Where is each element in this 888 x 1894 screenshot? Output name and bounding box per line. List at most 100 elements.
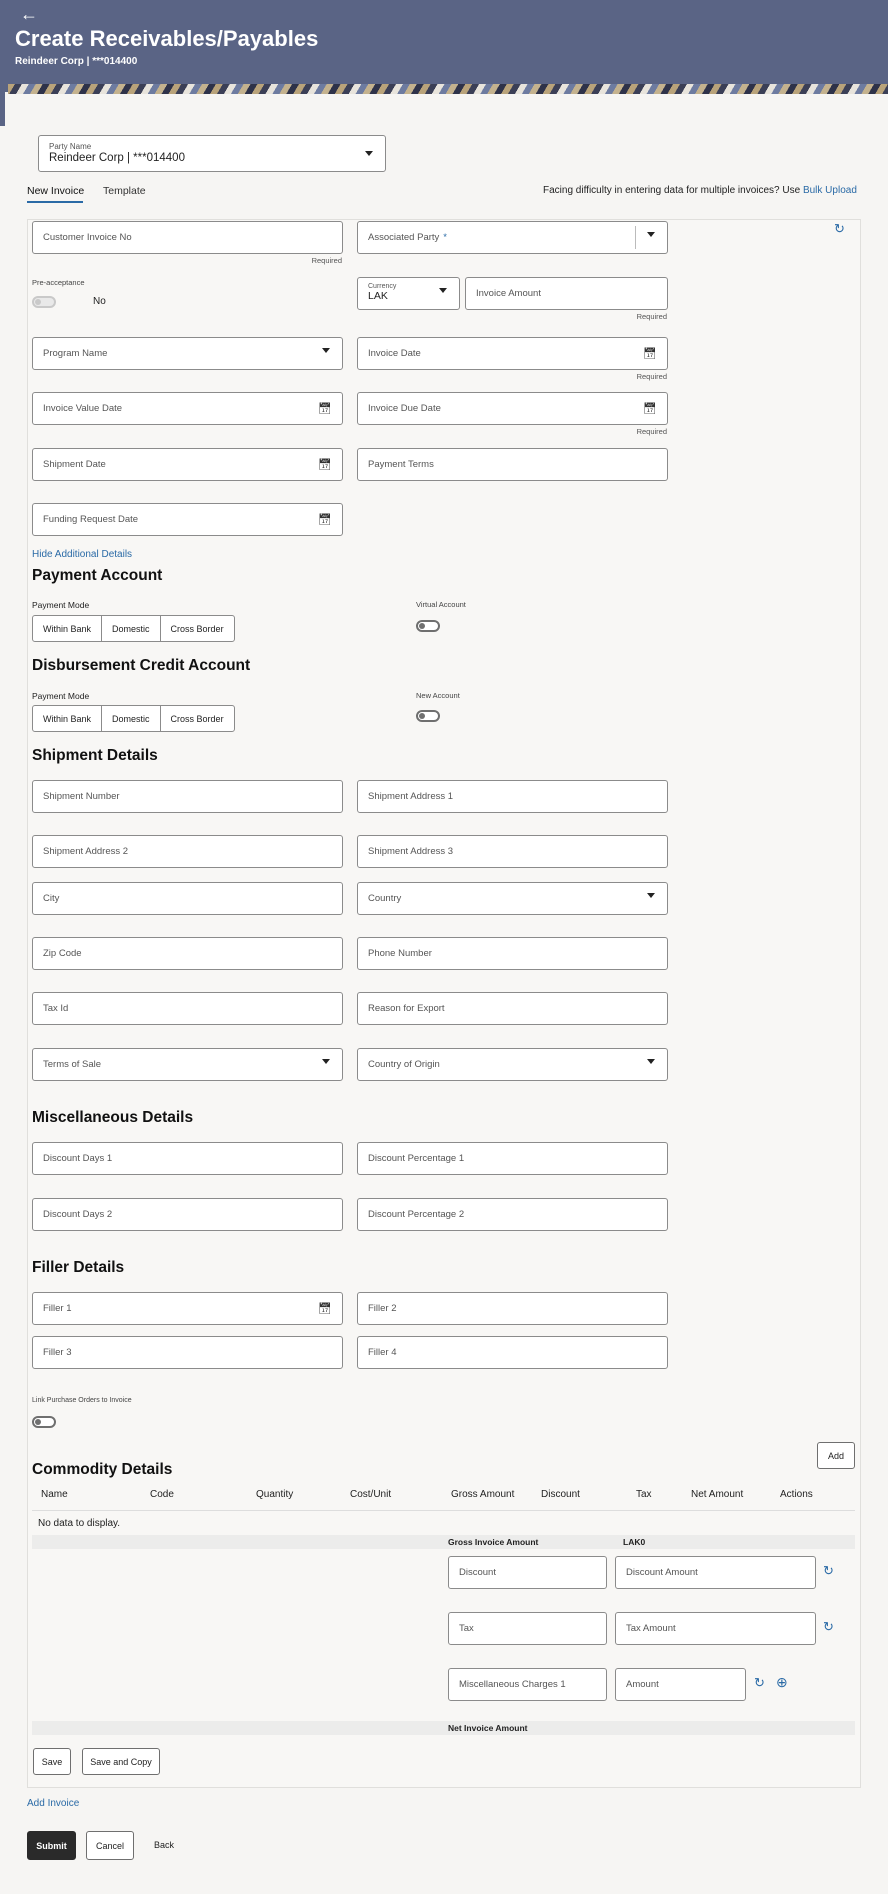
invoice-value-date-label: Invoice Value Date bbox=[43, 403, 123, 414]
shipment-date-label: Shipment Date bbox=[43, 459, 106, 470]
payment-mode-cross-border[interactable]: Cross Border bbox=[161, 616, 234, 641]
table-divider bbox=[32, 1510, 855, 1511]
header-pattern bbox=[8, 84, 888, 94]
cancel-button[interactable]: Cancel bbox=[86, 1831, 134, 1860]
currency-select[interactable]: Currency LAK bbox=[357, 277, 460, 310]
virtual-account-toggle[interactable] bbox=[416, 620, 440, 632]
back-arrow-icon[interactable]: ← bbox=[20, 4, 38, 25]
refresh-icon[interactable]: ↻ bbox=[754, 1675, 765, 1691]
payment-account-title: Payment Account bbox=[32, 567, 163, 584]
col-quantity: Quantity bbox=[256, 1489, 294, 1500]
disbursement-mode-domestic[interactable]: Domestic bbox=[102, 706, 161, 731]
tax-input[interactable]: Tax bbox=[448, 1612, 607, 1645]
save-button[interactable]: Save bbox=[33, 1748, 71, 1775]
shipment-address-3-input[interactable]: Shipment Address 3 bbox=[357, 835, 668, 868]
associated-party-select[interactable]: Associated Party * bbox=[357, 221, 668, 254]
new-account-label: New Account bbox=[416, 691, 460, 700]
refresh-icon[interactable]: ↻ bbox=[823, 1619, 834, 1635]
calendar-icon[interactable]: 📅︎ bbox=[643, 347, 657, 360]
phone-number-input[interactable]: Phone Number bbox=[357, 937, 668, 970]
new-account-toggle[interactable] bbox=[416, 710, 440, 722]
tax-amount-input[interactable]: Tax Amount bbox=[615, 1612, 816, 1645]
page-subtitle: Reindeer Corp | ***014400 bbox=[15, 56, 138, 67]
party-name-select[interactable]: Party Name Reindeer Corp | ***014400 bbox=[38, 135, 386, 172]
disbursement-title: Disbursement Credit Account bbox=[32, 657, 251, 674]
col-gross-amount: Gross Amount bbox=[451, 1489, 515, 1500]
discount-amount-input[interactable]: Discount Amount bbox=[615, 1556, 816, 1589]
calendar-icon[interactable]: 📅︎ bbox=[643, 402, 657, 415]
disbursement-mode-cross-border[interactable]: Cross Border bbox=[161, 706, 234, 731]
shipment-address-1-input[interactable]: Shipment Address 1 bbox=[357, 780, 668, 813]
required-asterisk: * bbox=[443, 232, 447, 243]
disbursement-mode-label: Payment Mode bbox=[32, 691, 90, 701]
link-po-label: Link Purchase Orders to Invoice bbox=[32, 1397, 132, 1404]
payment-mode-domestic[interactable]: Domestic bbox=[102, 616, 161, 641]
calendar-icon[interactable]: 📅︎ bbox=[318, 513, 332, 526]
tax-id-input[interactable]: Tax Id bbox=[32, 992, 343, 1025]
shipment-date-input[interactable]: Shipment Date 📅︎ bbox=[32, 448, 343, 481]
refresh-icon[interactable]: ↻ bbox=[834, 221, 845, 237]
discount-input[interactable]: Discount bbox=[448, 1556, 607, 1589]
invoice-due-date-input[interactable]: Invoice Due Date 📅︎ bbox=[357, 392, 668, 425]
active-tab-indicator bbox=[27, 201, 83, 203]
pre-acceptance-toggle[interactable] bbox=[32, 296, 56, 308]
calendar-icon[interactable]: 📅︎ bbox=[318, 458, 332, 471]
disbursement-mode-within-bank[interactable]: Within Bank bbox=[33, 706, 103, 731]
bulk-upload-link[interactable]: Bulk Upload bbox=[803, 185, 857, 196]
virtual-account-label: Virtual Account bbox=[416, 600, 466, 609]
payment-terms-input[interactable]: Payment Terms bbox=[357, 448, 668, 481]
back-link[interactable]: Back bbox=[154, 1840, 174, 1850]
col-tax: Tax bbox=[636, 1489, 652, 1500]
reason-for-export-input[interactable]: Reason for Export bbox=[357, 992, 668, 1025]
misc-amount-input[interactable]: Amount bbox=[615, 1668, 746, 1701]
discount-percentage-2-input[interactable]: Discount Percentage 2 bbox=[357, 1198, 668, 1231]
filler-3-input[interactable]: Filler 3 bbox=[32, 1336, 343, 1369]
city-input[interactable]: City bbox=[32, 882, 343, 915]
funding-request-date-label: Funding Request Date bbox=[43, 514, 139, 525]
country-of-origin-select[interactable]: Country of Origin bbox=[357, 1048, 668, 1081]
program-name-select[interactable]: Program Name bbox=[32, 337, 343, 370]
col-actions: Actions bbox=[780, 1489, 813, 1500]
zip-code-input[interactable]: Zip Code bbox=[32, 937, 343, 970]
shipment-address-2-input[interactable]: Shipment Address 2 bbox=[32, 835, 343, 868]
pre-acceptance-label: Pre-acceptance bbox=[32, 278, 85, 287]
customer-invoice-no-input[interactable]: Customer Invoice No bbox=[32, 221, 343, 254]
hide-additional-details-link[interactable]: Hide Additional Details bbox=[32, 549, 132, 560]
filler-2-input[interactable]: Filler 2 bbox=[357, 1292, 668, 1325]
shipment-number-input[interactable]: Shipment Number bbox=[32, 780, 343, 813]
col-name: Name bbox=[41, 1489, 68, 1500]
filler-details-title: Filler Details bbox=[32, 1259, 125, 1276]
associated-party-label: Associated Party bbox=[368, 232, 440, 243]
add-invoice-link[interactable]: Add Invoice bbox=[27, 1798, 79, 1809]
filler-4-input[interactable]: Filler 4 bbox=[357, 1336, 668, 1369]
save-and-copy-button[interactable]: Save and Copy bbox=[82, 1748, 160, 1775]
calendar-icon[interactable]: 📅︎ bbox=[318, 402, 332, 415]
funding-request-date-input[interactable]: Funding Request Date 📅︎ bbox=[32, 503, 343, 536]
gross-invoice-row bbox=[32, 1535, 855, 1549]
currency-value: LAK bbox=[368, 290, 388, 302]
add-circle-icon[interactable]: ⊕ bbox=[776, 1674, 788, 1691]
invoice-date-input[interactable]: Invoice Date 📅︎ bbox=[357, 337, 668, 370]
discount-days-1-input[interactable]: Discount Days 1 bbox=[32, 1142, 343, 1175]
discount-days-2-input[interactable]: Discount Days 2 bbox=[32, 1198, 343, 1231]
tab-new-invoice[interactable]: New Invoice bbox=[27, 185, 84, 197]
add-commodity-button[interactable]: Add bbox=[817, 1442, 855, 1469]
party-name-value: Reindeer Corp | ***014400 bbox=[49, 152, 185, 164]
calendar-icon[interactable]: 📅︎ bbox=[318, 1302, 332, 1315]
refresh-icon[interactable]: ↻ bbox=[823, 1563, 834, 1579]
currency-label: Currency bbox=[368, 283, 397, 290]
tab-template[interactable]: Template bbox=[103, 185, 146, 197]
link-po-toggle[interactable] bbox=[32, 1416, 56, 1428]
invoice-value-date-input[interactable]: Invoice Value Date 📅︎ bbox=[32, 392, 343, 425]
invoice-amount-input[interactable]: Invoice Amount bbox=[465, 277, 668, 310]
discount-percentage-1-input[interactable]: Discount Percentage 1 bbox=[357, 1142, 668, 1175]
required-hint: Required bbox=[636, 372, 667, 381]
submit-button[interactable]: Submit bbox=[27, 1831, 76, 1860]
filler-1-input[interactable]: Filler 1 📅︎ bbox=[32, 1292, 343, 1325]
misc-charges-1-input[interactable]: Miscellaneous Charges 1 bbox=[448, 1668, 607, 1701]
country-label: Country bbox=[368, 893, 402, 904]
payment-mode-within-bank[interactable]: Within Bank bbox=[33, 616, 103, 641]
gross-invoice-amount-value: LAK0 bbox=[623, 1537, 646, 1547]
terms-of-sale-select[interactable]: Terms of Sale bbox=[32, 1048, 343, 1081]
country-select[interactable]: Country bbox=[357, 882, 668, 915]
